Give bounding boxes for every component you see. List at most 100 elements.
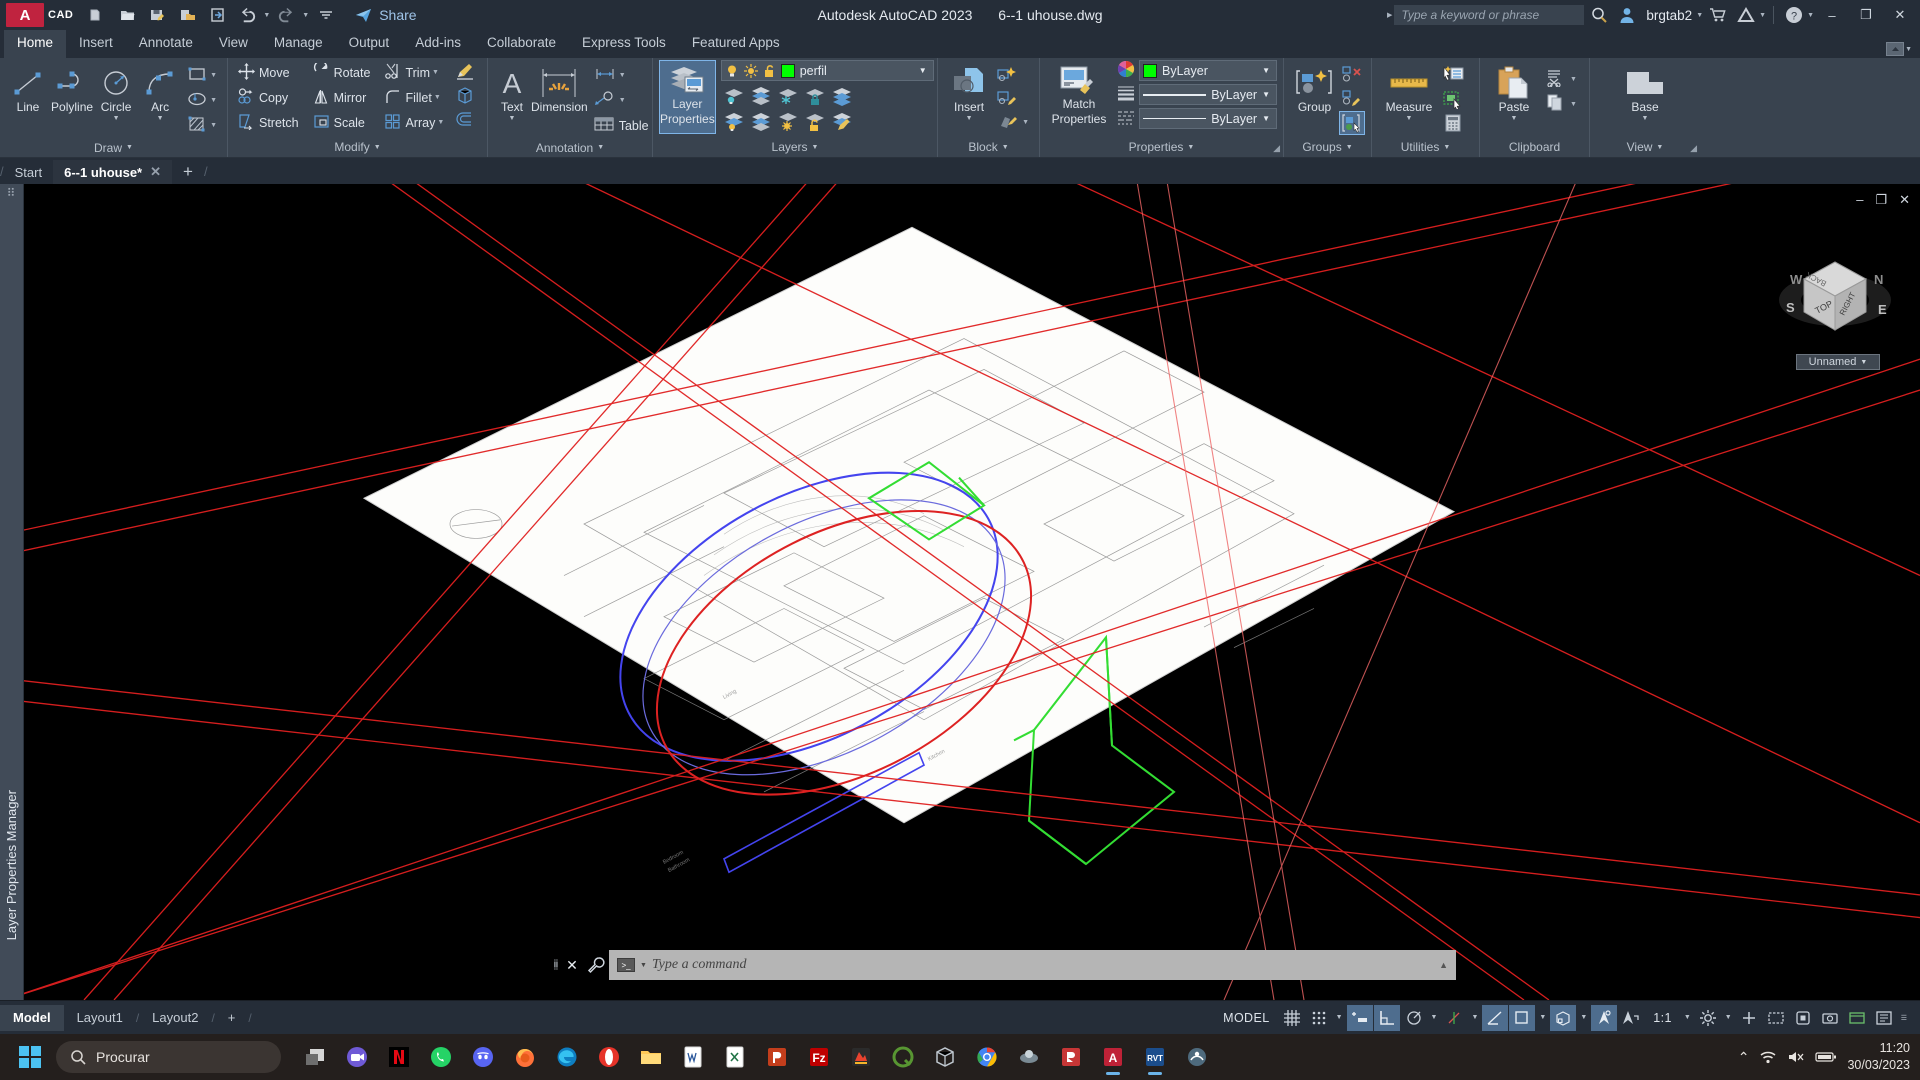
infer-constraints-button[interactable] [1346,1004,1373,1031]
panel-title-view[interactable]: View ▼ ◢ [1590,137,1700,157]
viewport-restore-button[interactable]: ❐ [1875,192,1887,208]
tray-chevron-icon[interactable]: ⌃ [1738,1049,1750,1066]
array-button[interactable]: Array ▼ [380,110,448,135]
snap-dropdown-icon[interactable]: ▼ [1333,1014,1346,1021]
new-document-tab-button[interactable]: + [172,160,204,184]
rectangle-dropdown-icon[interactable]: ▼ [210,72,217,79]
calculator-button[interactable] [1440,111,1466,135]
polyline-button[interactable]: Polyline [50,63,94,118]
insert-button[interactable]: Insert ▼ [944,63,994,125]
document-tab-uhouse[interactable]: 6--1 uhouse* ✕ [53,160,173,184]
view-name-dropdown[interactable]: Unnamed ▼ [1796,354,1880,370]
share-button[interactable]: Share [349,5,422,25]
paste-button[interactable]: Paste ▼ [1486,63,1542,125]
panel-title-layers[interactable]: Layers ▼ [653,137,937,157]
panel-grip-icon[interactable]: ▪▪ ▪▪ ▪▪ [8,186,15,199]
dynamic-ucs-button[interactable] [1591,1004,1618,1031]
save-icon[interactable] [145,3,171,27]
autocad-icon[interactable]: A [1093,1037,1133,1077]
ortho-mode-button[interactable] [1373,1004,1400,1031]
firefox-icon[interactable] [505,1037,545,1077]
command-prompt-icon[interactable]: >_ [617,958,635,972]
layer-match-button[interactable] [829,110,855,134]
thaw-button[interactable] [775,110,801,134]
ribbon-minimize-icon[interactable] [1886,42,1905,56]
redo-icon[interactable] [274,3,300,27]
layout-tab-layout2[interactable]: Layout2 [139,1005,211,1031]
netflix-icon[interactable] [379,1037,419,1077]
trim-button[interactable]: Trim ▼ [380,60,448,85]
show-menu-bar-button[interactable] [1844,1005,1870,1031]
new-icon[interactable] [85,3,111,27]
layout-tab-model[interactable]: Model [0,1004,64,1031]
ribbon-tab-output[interactable]: Output [336,30,403,58]
lumion-icon[interactable] [1009,1037,1049,1077]
object-snap-tracking-button[interactable] [1441,1005,1467,1031]
volume-icon[interactable] [1787,1049,1805,1065]
circle-button[interactable]: Circle ▼ [94,63,138,125]
text-dropdown-icon[interactable]: ▼ [509,115,516,122]
lineweight-dropdown-icon[interactable]: ▼ [1262,90,1273,99]
filezilla-icon[interactable]: Fz [799,1037,839,1077]
document-tab-start[interactable]: Start [4,160,53,184]
current-layer-combo[interactable]: perfil ▼ [720,60,934,81]
osnap-tracking-dropdown-icon[interactable]: ▼ [1468,1014,1481,1021]
autodesk-dropdown-icon[interactable]: ▼ [1759,12,1766,19]
edit-attribute-button[interactable]: ▼ [994,111,1033,133]
workspace-dropdown-icon[interactable]: ▼ [1722,1014,1735,1021]
hatch-button[interactable]: ▼ [182,113,221,138]
object-snap-button[interactable] [1482,1004,1509,1031]
linetype-dropdown-icon[interactable]: ▼ [1262,114,1273,123]
word-icon[interactable] [673,1037,713,1077]
copy-button[interactable]: Copy [234,85,303,110]
help-dropdown-icon[interactable]: ▼ [1807,12,1814,19]
edit-block-button[interactable] [994,87,1020,111]
linear-dimension-button[interactable]: ▼ [589,63,653,88]
layer-unlock-button[interactable] [802,110,828,134]
ribbon-tab-featured-apps[interactable]: Featured Apps [679,30,793,58]
command-line-grip-icon[interactable]: ⣿ ⣿ [551,960,561,971]
polar-dropdown-icon[interactable]: ▼ [1428,1014,1441,1021]
unisolate-button[interactable] [748,110,774,134]
qat-more-icon[interactable] [313,3,339,27]
fillet-button[interactable]: Fillet ▼ [380,85,448,110]
file-explorer-icon[interactable] [631,1037,671,1077]
ribbon-tab-manage[interactable]: Manage [261,30,336,58]
group-button[interactable]: Group [1290,63,1339,118]
search-history-icon[interactable]: ▶ [1387,11,1392,19]
open-icon[interactable] [115,3,141,27]
table-button[interactable]: Table [589,113,653,138]
layer-lock-button[interactable] [802,84,828,108]
linear-dimension-dropdown-icon[interactable]: ▼ [619,72,626,79]
arc-button[interactable]: Arc ▼ [138,63,182,125]
panel-title-utilities[interactable]: Utilities ▼ [1372,137,1479,157]
cut-dropdown-icon[interactable]: ▼ [1570,76,1577,83]
group-edit-button[interactable] [1339,87,1365,111]
lineweight-display-button[interactable] [1509,1004,1536,1031]
drawing-canvas[interactable]: Kitchen Bedroom Bathroom Living – ❐ ✕ N … [24,184,1920,1000]
viewcube[interactable]: N S E W TOP RIGHT BACK [1770,224,1900,354]
current-layer-dropdown-icon[interactable]: ▼ [919,66,930,75]
hardware-acceleration-button[interactable] [1790,1005,1816,1031]
layout-tab-layout1[interactable]: Layout1 [64,1005,136,1031]
copy-clipboard-dropdown-icon[interactable]: ▼ [1570,101,1577,108]
text-button[interactable]: A Text ▼ [494,63,530,125]
panel-title-block[interactable]: Block ▼ [938,137,1039,157]
autocad-logo[interactable]: A [6,3,44,27]
panel-title-draw[interactable]: Draw ▼ [0,138,227,157]
teams-icon[interactable] [337,1037,377,1077]
explode-button[interactable] [452,84,478,108]
lineweight-dropdown-icon[interactable]: ▼ [1536,1014,1549,1021]
whatsapp-icon[interactable] [421,1037,461,1077]
avatar[interactable] [1614,3,1640,27]
freeze-button[interactable] [775,84,801,108]
ribbon-minimize-dropdown-icon[interactable]: ▼ [1905,46,1912,53]
command-expand-icon[interactable]: ▲ [1439,960,1448,970]
move-button[interactable]: Move [234,60,303,85]
erase-button[interactable] [452,60,478,84]
viewport-minimize-button[interactable]: – [1856,192,1863,208]
clock[interactable]: 11:20 30/03/2023 [1847,1040,1910,1074]
ribbon-tab-annotate[interactable]: Annotate [126,30,206,58]
plot-icon[interactable] [205,3,231,27]
match-properties-button[interactable]: Match Properties [1046,60,1112,134]
